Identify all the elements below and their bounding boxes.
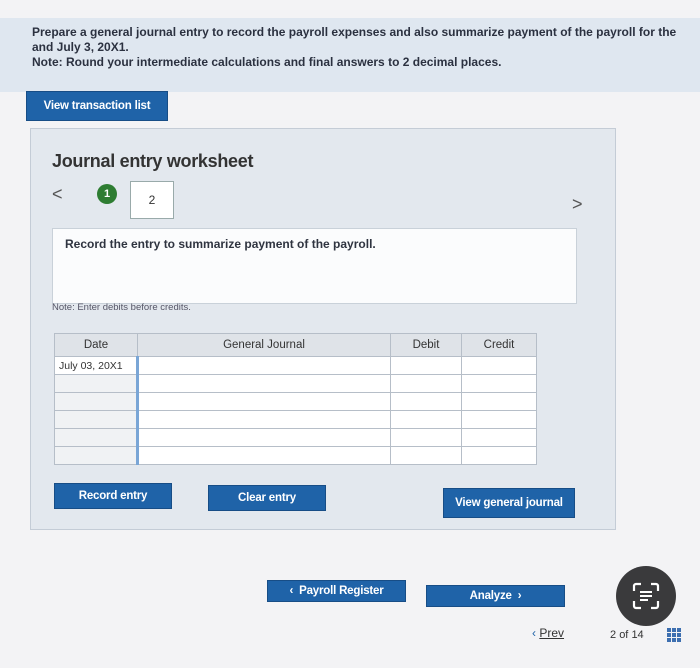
debit-cell[interactable] (390, 428, 462, 447)
entry-description-text: Record the entry to summarize payment of… (65, 237, 376, 251)
payroll-register-button[interactable]: ‹ Payroll Register (267, 580, 406, 602)
prev-page-link[interactable]: ‹ Prev (532, 626, 564, 640)
scan-text-icon[interactable] (616, 566, 676, 626)
account-cell[interactable] (136, 446, 391, 465)
analyze-button[interactable]: Analyze › (426, 585, 565, 607)
instruction-note: Note: Round your intermediate calculatio… (32, 55, 502, 69)
col-header-general-journal: General Journal (137, 333, 391, 357)
table-row (54, 374, 537, 393)
entry-description: Record the entry to summarize payment of… (52, 228, 577, 304)
debits-note: Note: Enter debits before credits. (52, 302, 191, 313)
record-entry-button[interactable]: Record entry (54, 483, 172, 509)
credit-cell[interactable] (461, 446, 537, 465)
clear-entry-button[interactable]: Clear entry (208, 485, 326, 511)
date-cell (54, 428, 138, 447)
prev-label: Prev (539, 626, 565, 640)
debit-cell[interactable] (390, 446, 462, 465)
instruction-line: Prepare a general journal entry to recor… (32, 25, 677, 39)
page-total: 14 (631, 629, 644, 641)
instructions-banner: Prepare a general journal entry to recor… (0, 18, 700, 92)
credit-cell[interactable] (461, 428, 537, 447)
table-row (54, 410, 537, 429)
date-cell[interactable]: July 03, 20X1 (54, 356, 138, 375)
page-of: of (619, 629, 629, 641)
date-cell (54, 410, 138, 429)
view-transaction-list-button[interactable]: View transaction list (26, 91, 168, 121)
next-step-chevron-icon[interactable]: > (572, 194, 583, 215)
account-cell[interactable] (136, 392, 391, 411)
payroll-register-label: Payroll Register (299, 585, 384, 597)
page-current: 2 (610, 629, 617, 641)
date-cell (54, 392, 138, 411)
view-general-journal-button[interactable]: View general journal (443, 488, 575, 518)
account-cell[interactable] (136, 374, 391, 393)
date-cell (54, 446, 138, 465)
debit-cell[interactable] (390, 392, 462, 411)
chevron-left-icon: ‹ (289, 585, 294, 597)
chevron-left-icon: ‹ (532, 626, 536, 640)
table-row (54, 392, 537, 411)
grid-menu-icon[interactable] (667, 628, 681, 642)
step-1-badge[interactable]: 1 (97, 184, 117, 204)
prev-step-chevron-icon[interactable]: < (52, 184, 63, 205)
account-cell[interactable] (136, 356, 391, 375)
analyze-label: Analyze (469, 590, 512, 602)
credit-cell[interactable] (461, 356, 537, 375)
scan-glyph (632, 582, 660, 610)
date-cell (54, 374, 138, 393)
credit-cell[interactable] (461, 374, 537, 393)
account-cell[interactable] (136, 428, 391, 447)
credit-cell[interactable] (461, 392, 537, 411)
credit-cell[interactable] (461, 410, 537, 429)
journal-worksheet-panel (30, 128, 616, 530)
instruction-line: and July 3, 20X1. (32, 40, 129, 54)
table-row (54, 428, 537, 447)
debit-cell[interactable] (390, 374, 462, 393)
col-header-date: Date (54, 333, 138, 357)
debit-cell[interactable] (390, 356, 462, 375)
col-header-debit: Debit (390, 333, 462, 357)
account-cell[interactable] (136, 410, 391, 429)
step-2-tab[interactable]: 2 (130, 181, 174, 219)
worksheet-title: Journal entry worksheet (52, 151, 254, 171)
debit-cell[interactable] (390, 410, 462, 429)
table-row: July 03, 20X1 (54, 356, 537, 375)
page-counter: 2 of 14 (610, 629, 644, 641)
col-header-credit: Credit (461, 333, 537, 357)
journal-table: Date General Journal Debit Credit July 0… (54, 333, 537, 465)
table-row (54, 446, 537, 465)
chevron-right-icon: › (517, 590, 522, 602)
